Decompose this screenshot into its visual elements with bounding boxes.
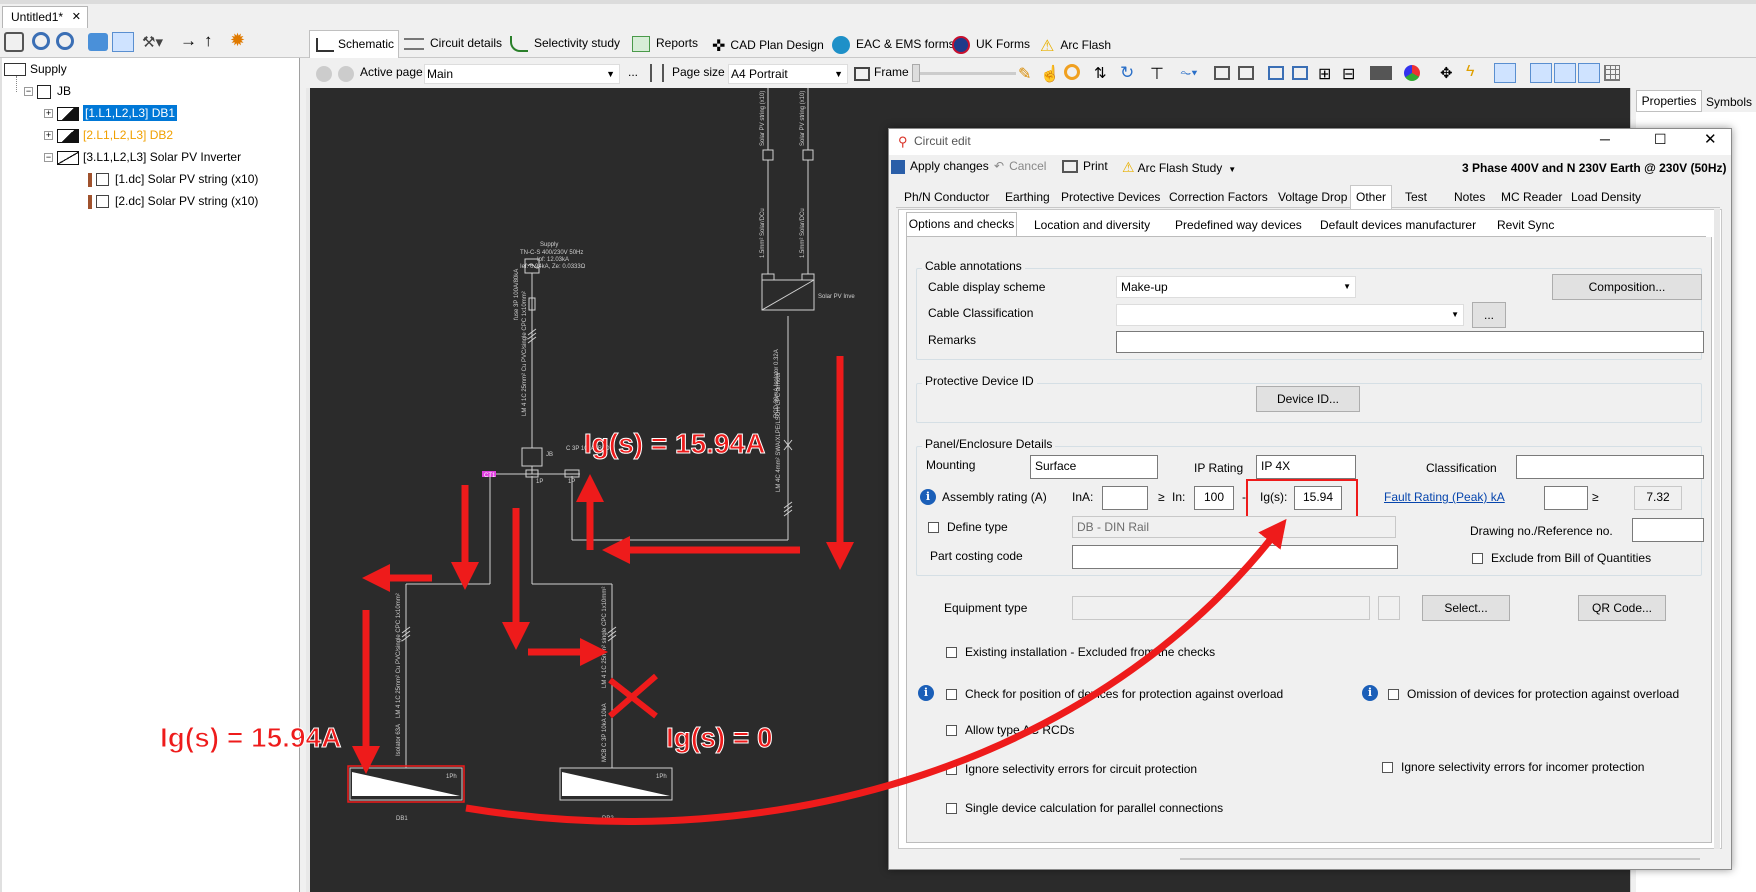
annotation-ig-top: Ig(s) = 15.94A xyxy=(583,428,766,460)
annotation-arrows xyxy=(352,356,1287,825)
arrow-curve-to-igs xyxy=(465,518,1287,825)
annotation-ig-left: Ig(s) = 15.94A xyxy=(159,722,342,754)
cross-mark xyxy=(608,673,658,719)
annotation-ig-zero: Ig(s) = 0 xyxy=(666,722,774,754)
